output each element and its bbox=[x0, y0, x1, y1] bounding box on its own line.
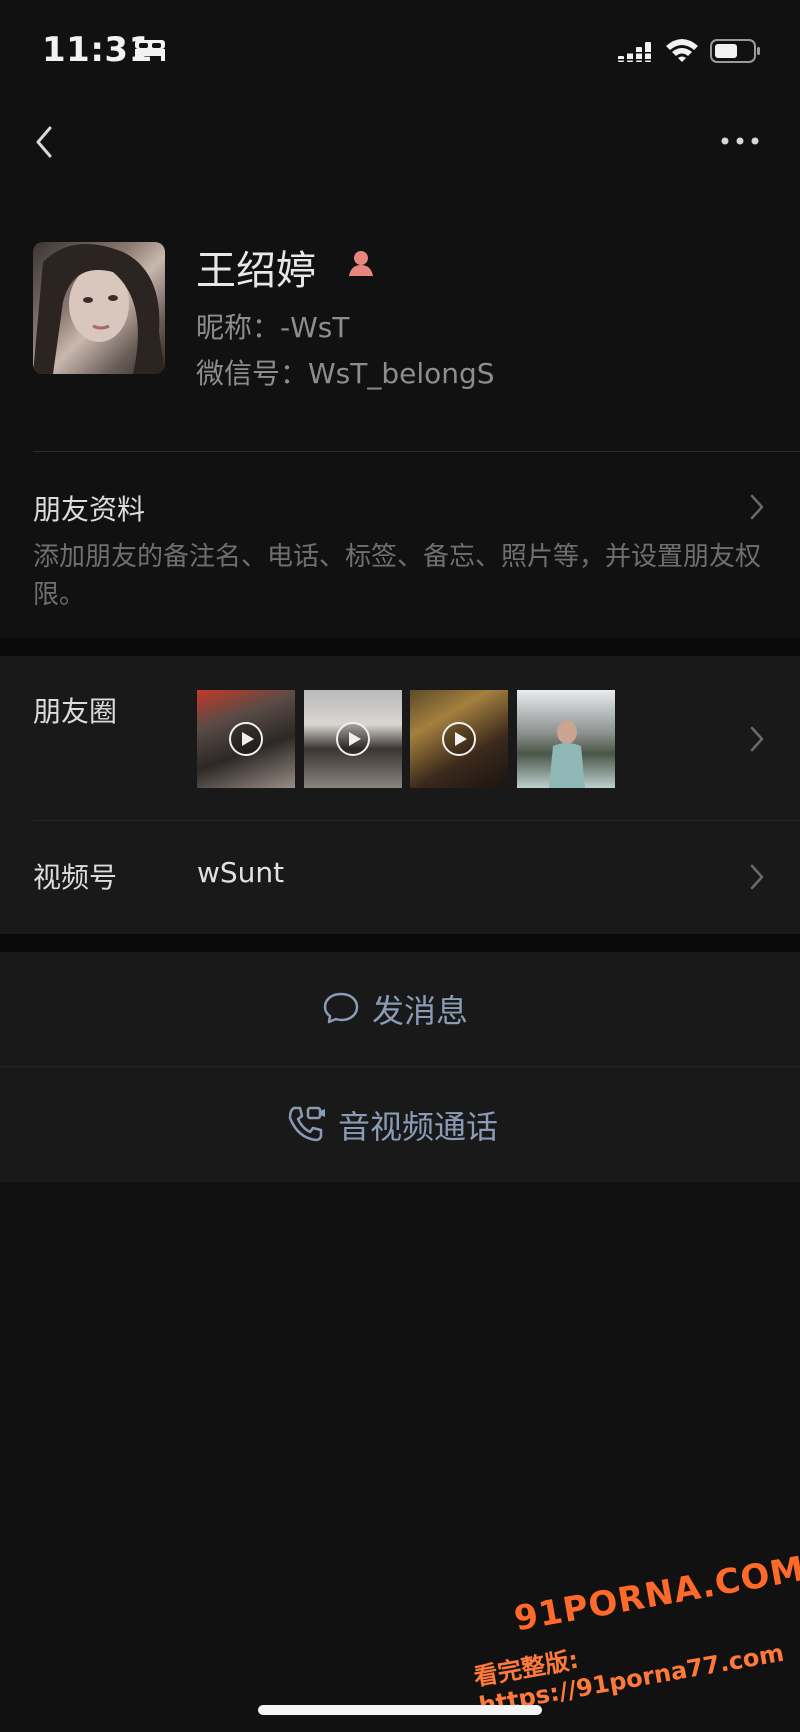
moments-thumbnail[interactable] bbox=[304, 690, 402, 788]
back-icon[interactable] bbox=[30, 118, 60, 166]
cellular-signal-icon bbox=[618, 42, 654, 62]
sleep-mode-icon bbox=[135, 40, 165, 61]
voice-video-call-label: 音视频通话 bbox=[338, 1108, 499, 1146]
battery-icon bbox=[710, 39, 760, 63]
more-options-icon[interactable] bbox=[718, 128, 762, 154]
row-divider bbox=[33, 820, 800, 821]
watermark: 91PORNA.COM 看完整版: https://91porna77.com bbox=[462, 1549, 800, 1727]
section-gap bbox=[0, 638, 800, 656]
play-icon bbox=[442, 722, 476, 756]
profile-wechat-id: 微信号：WsT_belongS bbox=[196, 357, 495, 390]
channels-value[interactable]: wSunt bbox=[197, 856, 284, 889]
play-icon bbox=[229, 722, 263, 756]
play-icon bbox=[336, 722, 370, 756]
channels-chevron-icon[interactable] bbox=[748, 862, 766, 892]
channels-label: 视频号 bbox=[33, 861, 118, 894]
moments-label: 朋友圈 bbox=[33, 695, 118, 728]
friend-info-row[interactable]: 朋友资料 添加朋友的备注名、电话、标签、备忘、照片等，并设置朋友权限。 bbox=[0, 452, 800, 638]
avatar[interactable] bbox=[33, 242, 165, 374]
wifi-icon bbox=[666, 39, 698, 62]
moments-chevron-icon[interactable] bbox=[748, 724, 766, 754]
moments-thumbnail[interactable] bbox=[410, 690, 508, 788]
home-indicator[interactable] bbox=[258, 1705, 542, 1715]
section-gap bbox=[0, 934, 800, 952]
moments-thumbnail[interactable] bbox=[517, 690, 615, 788]
send-message-label: 发消息 bbox=[372, 992, 469, 1030]
status-bar: 11:31 bbox=[0, 0, 800, 100]
chat-bubble-icon bbox=[323, 992, 359, 1024]
phone-video-icon bbox=[288, 1106, 325, 1142]
moments-thumbnail[interactable] bbox=[197, 690, 295, 788]
photo-content bbox=[549, 720, 585, 788]
female-gender-icon bbox=[349, 251, 373, 276]
friend-info-description: 添加朋友的备注名、电话、标签、备忘、照片等，并设置朋友权限。 bbox=[33, 542, 762, 610]
chevron-right-icon bbox=[750, 494, 764, 520]
friend-info-title: 朋友资料 bbox=[33, 493, 146, 526]
profile-name: 王绍婷 bbox=[196, 248, 316, 294]
bottom-divider bbox=[0, 1181, 800, 1182]
profile-nickname: 昵称：-WsT bbox=[196, 311, 350, 344]
